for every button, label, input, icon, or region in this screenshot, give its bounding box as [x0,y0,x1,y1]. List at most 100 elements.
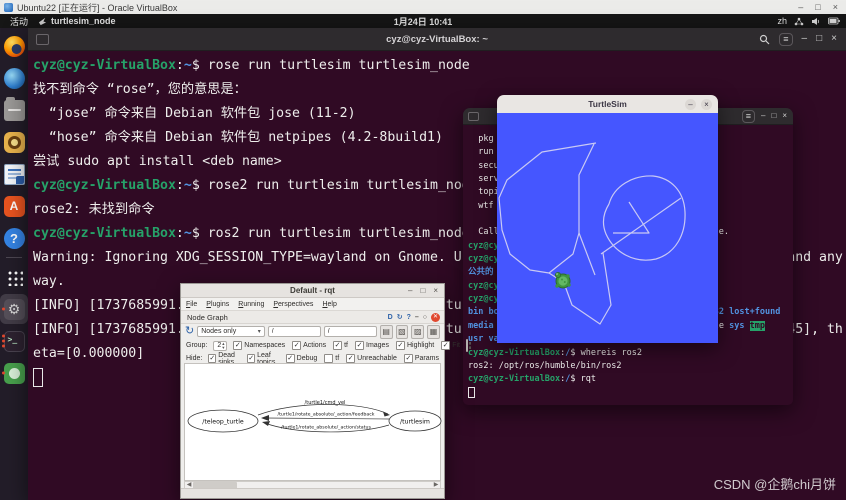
filter-actions[interactable]: ✓Actions [292,341,326,350]
virtualbox-icon [4,3,13,12]
dock-item-files[interactable] [0,95,28,125]
minimize-icon[interactable]: – [408,286,412,295]
node-filter-input[interactable] [268,326,321,337]
node-graph-canvas[interactable]: /teleop_turtle /turtlesim /turtle1/cmd_v… [184,363,441,481]
rqt-menubar: File Plugins Running Perspectives Help [181,298,444,311]
network-icon [794,17,804,26]
dock-item-help[interactable] [0,223,28,253]
dock-item-show-apps[interactable] [0,262,28,292]
menu-icon[interactable]: ≡ [742,110,755,123]
checkbox-icon: ✓ [396,341,405,350]
dock-item-settings[interactable] [0,294,28,324]
filter-images[interactable]: ✓Images [355,341,389,350]
filter-label: Debug [297,355,318,362]
graph-type-select[interactable]: Nodes only ▾ [197,326,265,337]
terminal-line: cyz@cyz-VirtualBox:~$ rose run turtlesim… [33,54,846,78]
checkbox-icon [324,354,333,363]
group-filter-row: Group: 2 ▲▼ ✓Namespaces✓Actions✓tf✓Image… [181,339,444,352]
edge-label: /turtle1/rotate_absolute/_action/status [281,425,371,431]
save-svg-button[interactable]: ▨ [411,325,424,339]
settings-icon [4,299,25,320]
minimize-icon[interactable]: – [685,99,696,110]
open-button[interactable]: ▤ [380,325,393,339]
turtle-trail [497,113,718,343]
group-spinbox[interactable]: 2 ▲▼ [213,341,227,351]
topic-filter-input[interactable] [324,326,377,337]
menu-file[interactable]: File [186,301,197,308]
refresh-button[interactable]: ↻ [185,326,194,337]
running-indicator [2,372,5,375]
node-label: /teleop_turtle [202,419,244,426]
dock-item-firefox[interactable] [0,31,28,61]
battery-icon [828,17,840,25]
fit-view-button[interactable] [466,339,468,352]
search-icon[interactable] [759,34,770,45]
maximize-icon[interactable]: □ [816,34,822,44]
menu-plugins[interactable]: Plugins [206,301,229,308]
maximize-icon[interactable]: □ [771,111,776,121]
dock-item-thunderbird[interactable] [0,63,28,93]
minimize-icon[interactable]: – [802,34,808,44]
menu-icon[interactable]: ≡ [779,33,792,46]
green-app-icon [4,363,25,384]
rqt-window: Default - rqt – □ × File Plugins Running Pe… [180,283,445,499]
rqt-statusbar [181,488,444,498]
node-label: /turtlesim [400,419,430,426]
filter-label: Namespaces [244,342,285,349]
menu-running[interactable]: Running [238,301,264,308]
filter-namespaces[interactable]: ✓Namespaces [233,341,285,350]
minimize-icon[interactable]: – [415,314,419,321]
show-filters: ✓Namespaces✓Actions✓tf✓Images✓Highlight✓… [233,341,460,350]
node-graph: /teleop_turtle /turtlesim /turtle1/cmd_v… [185,364,442,476]
filter-label: Params [415,355,439,362]
spinner-arrows-icon[interactable]: ▲▼ [221,342,226,350]
minimize-icon[interactable]: – [761,111,765,121]
dock-item-rhythmbox[interactable] [0,127,28,157]
dock [0,28,28,500]
close-icon[interactable]: ✕ [431,313,440,322]
graph-type-value: Nodes only [201,328,236,335]
terminal-line: 找不到命令 “rose”，您的意思是： [33,78,846,102]
dock-item-green-app[interactable] [0,358,28,388]
rqt-title: Default - rqt [181,286,444,295]
rhythmbox-icon [4,132,25,153]
filter-tf[interactable]: ✓tf [333,341,348,350]
checkbox-icon: ✓ [233,341,242,350]
firefox-icon [4,36,25,57]
filter-label: tf [335,355,339,362]
terminal-icon [4,331,25,352]
close-icon[interactable]: × [701,99,712,110]
help-icon[interactable]: ? [407,314,411,321]
reload-icon[interactable]: ↻ [397,313,403,321]
ubuntu-topbar: 活动 turtlesim_node 1月24日 10:41 zh [0,14,846,28]
clock[interactable]: 1月24日 10:41 [0,15,846,28]
menu-help[interactable]: Help [322,301,336,308]
system-tray[interactable]: zh [777,16,846,26]
close-icon[interactable]: × [831,34,837,44]
maximize-icon[interactable]: □ [420,286,425,295]
filter-label: Unreachable [357,355,397,362]
terminal-headerbar[interactable]: cyz@cyz-VirtualBox: ~ ≡ – □ × [28,28,846,51]
close-icon[interactable]: × [433,286,438,295]
close-icon[interactable]: × [782,111,787,121]
terminal-title: cyz@cyz-VirtualBox: ~ [28,34,846,45]
turtlesim-titlebar[interactable]: TurtleSim – × [497,95,718,113]
maximize-icon[interactable]: □ [815,0,820,14]
chevron-down-icon: ▾ [258,328,261,335]
save-dot-button[interactable]: ▧ [396,325,409,339]
dock-item-writer[interactable] [0,159,28,189]
checkbox-icon: ✓ [292,341,301,350]
dock-icon[interactable]: D [388,314,393,321]
checkbox-icon: ✓ [333,341,342,350]
dock-item-terminal[interactable] [0,326,28,356]
show-apps-icon [4,267,25,288]
rqt-titlebar[interactable]: Default - rqt – □ × [181,284,444,298]
filter-highlight[interactable]: ✓Highlight [396,341,434,350]
dock-item-software[interactable] [0,191,28,221]
save-image-button[interactable]: ▦ [427,325,440,339]
filter-fit[interactable]: ✓Fit [441,341,460,350]
minimize-icon[interactable]: – [798,0,803,14]
float-icon[interactable]: ○ [423,314,427,321]
menu-perspectives[interactable]: Perspectives [273,301,313,308]
close-icon[interactable]: × [833,0,838,14]
